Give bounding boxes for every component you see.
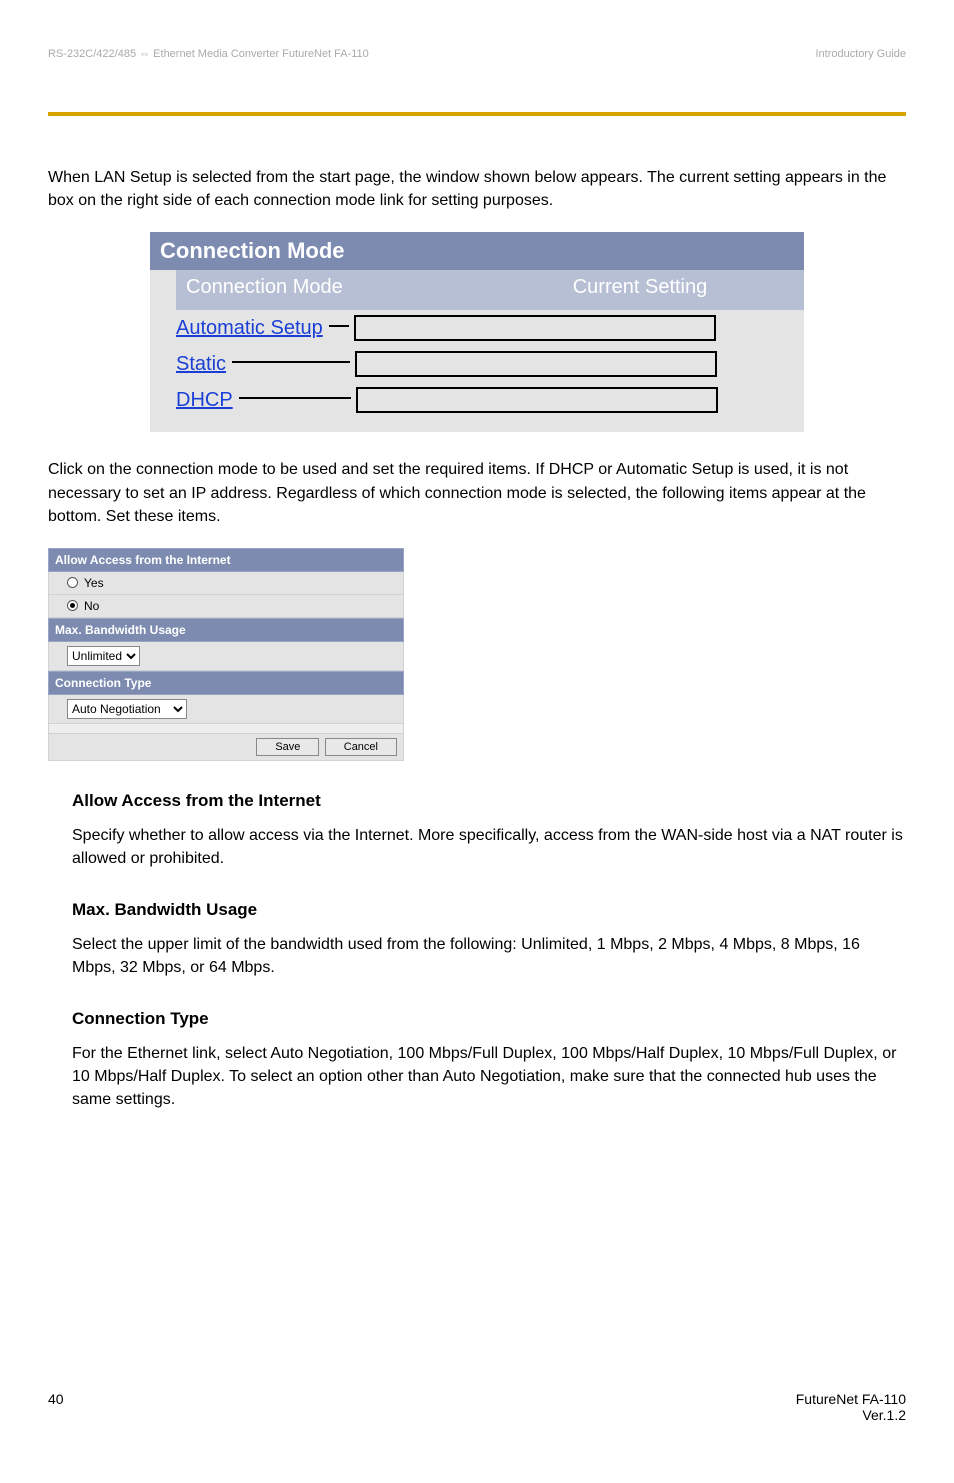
col-header-mode: Connection Mode (176, 270, 476, 310)
automatic-setup-link[interactable]: Automatic Setup (176, 317, 323, 340)
radio-no[interactable] (67, 600, 78, 611)
connection-type-select[interactable]: Auto Negotiation (67, 699, 187, 719)
dhcp-link[interactable]: DHCP (176, 389, 233, 412)
bandwidth-header: Max. Bandwidth Usage (48, 618, 404, 642)
page-footer: 40 FutureNet FA-110 Ver.1.2 (48, 1391, 906, 1423)
page-number: 40 (48, 1391, 64, 1423)
section-access-title: Allow Access from the Internet (72, 789, 906, 814)
radio-yes[interactable] (67, 577, 78, 588)
radio-no-label: No (84, 599, 99, 613)
section-bandwidth-body: Select the upper limit of the bandwidth … (72, 933, 906, 979)
panel-title: Connection Mode (150, 232, 804, 270)
leader-line (232, 361, 350, 363)
running-header-right: Introductory Guide (816, 48, 907, 60)
allow-access-no-row[interactable]: No (48, 595, 404, 618)
col-header-current: Current Setting (476, 270, 804, 310)
leader-line (239, 397, 351, 399)
intro-paragraph: When LAN Setup is selected from the star… (48, 166, 906, 212)
connection-type-header: Connection Type (48, 671, 404, 695)
horizontal-rule (48, 112, 906, 116)
allow-access-yes-row[interactable]: Yes (48, 572, 404, 595)
callout-box-static (355, 351, 717, 377)
callout-box-dhcp (356, 387, 718, 413)
footer-version: Ver.1.2 (862, 1407, 906, 1423)
footer-product: FutureNet FA-110 (796, 1391, 906, 1407)
leader-line (329, 325, 349, 327)
callout-box-auto (354, 315, 716, 341)
section-bandwidth-title: Max. Bandwidth Usage (72, 898, 906, 923)
section-connection-type-title: Connection Type (72, 1007, 906, 1032)
connection-mode-figure: Connection Mode Connection Mode Current … (150, 232, 804, 432)
settings-figure: Allow Access from the Internet Yes No Ma… (48, 548, 404, 761)
static-link[interactable]: Static (176, 353, 226, 376)
radio-yes-label: Yes (84, 576, 104, 590)
save-button[interactable]: Save (256, 738, 319, 756)
after-panel1-paragraph: Click on the connection mode to be used … (48, 458, 906, 528)
section-connection-type-body: For the Ethernet link, select Auto Negot… (72, 1042, 906, 1112)
running-header-left: RS-232C/422/485 ⇔ Ethernet Media Convert… (48, 48, 369, 60)
cancel-button[interactable]: Cancel (325, 738, 397, 756)
section-access-body: Specify whether to allow access via the … (72, 824, 906, 870)
bandwidth-select[interactable]: Unlimited (67, 646, 140, 666)
allow-access-header: Allow Access from the Internet (48, 548, 404, 572)
